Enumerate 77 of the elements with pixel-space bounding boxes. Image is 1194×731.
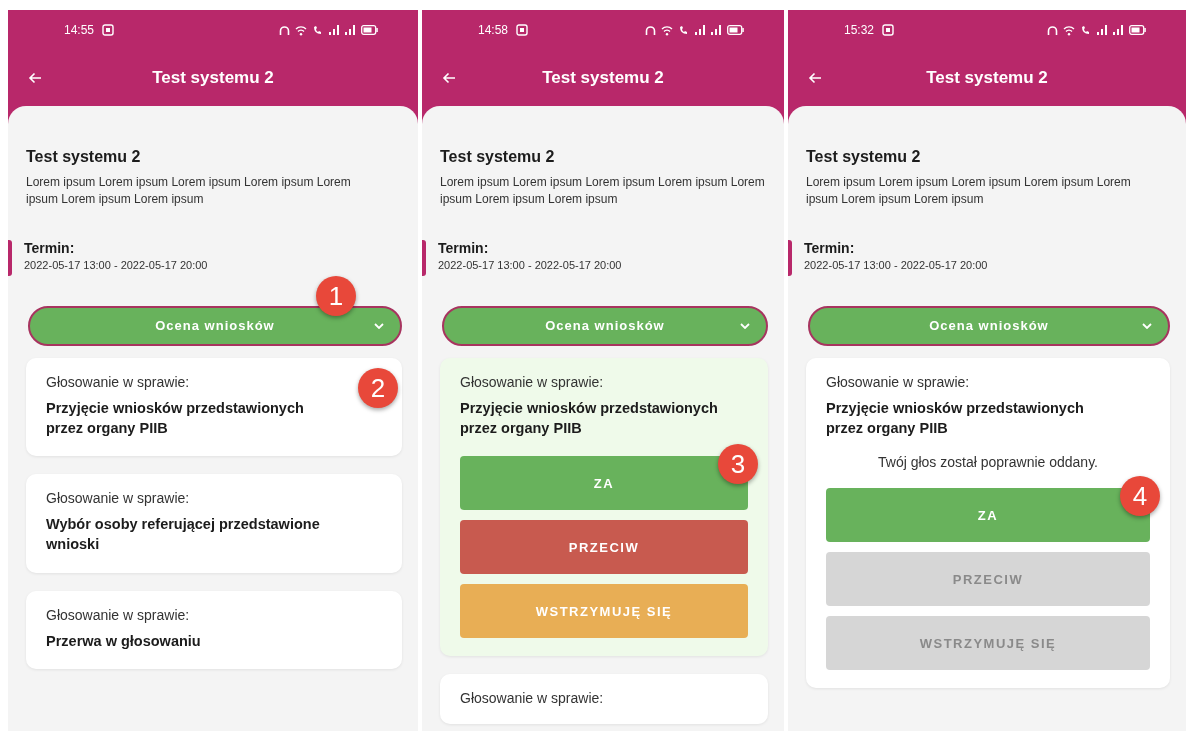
accent-bar <box>422 239 426 276</box>
vote-heading: Głosowanie w sprawie: <box>46 490 190 507</box>
category-dropdown[interactable]: Ocena wniosków <box>28 305 402 346</box>
vote-subject: Przyjęcie wniosków przedstawionych przez organy PIIB <box>46 398 305 438</box>
vote-subject: Wybór osoby referującej przedstawione wnioski <box>46 515 321 555</box>
dropdown-label: Ocena wniosków <box>929 318 1049 334</box>
call-icon <box>312 24 324 36</box>
vote-heading: Głosowanie w sprawie: <box>46 373 190 390</box>
chevron-down-icon <box>1142 322 1152 329</box>
signal-icon <box>1113 25 1124 35</box>
term-date-range: 2022-05-17 13:00 - 2022-05-17 20:00 <box>438 258 622 271</box>
wifi-icon <box>295 24 307 36</box>
status-time: 15:32 <box>844 23 875 37</box>
vote-heading: Głosowanie w sprawie: <box>826 373 970 390</box>
notification-icon <box>516 24 529 36</box>
vote-heading: Głosowanie w sprawie: <box>460 373 604 390</box>
event-description: Lorem ipsum Lorem ipsum Lorem ipsum Lorem ipsum Lorem ipsum Lorem ipsum Lorem ipsum <box>440 174 766 208</box>
event-description: Lorem ipsum Lorem ipsum Lorem ipsum Lorem ipsum Lorem ipsum Lorem ipsum Lorem ipsum <box>806 174 1132 208</box>
term-label: Termin: <box>24 239 76 256</box>
term-label: Termin: <box>438 239 490 256</box>
vote-option-button[interactable]: WSTRZYMUJĘ SIĘ <box>460 584 748 639</box>
screen-title: Test systemu 2 <box>151 68 275 88</box>
vote-confirmation: Twój głos został poprawnie oddany. <box>877 454 1099 471</box>
battery-icon <box>361 25 378 35</box>
vote-option-button[interactable]: PRZECIW <box>460 520 748 575</box>
vote-card[interactable]: Głosowanie w sprawie: Przyjęcie wniosków przedstawionych przez organy PIIB ZA 3 PRZECIW WSTRZYMUJĘ SIĘ <box>440 357 768 657</box>
chevron-down-icon <box>740 322 750 329</box>
headphones-icon <box>1047 24 1058 36</box>
step-number-badge: 4 <box>1120 476 1160 517</box>
call-icon <box>678 24 690 36</box>
vote-subject: Przyjęcie wniosków przedstawionych przez organy PIIB <box>460 398 719 438</box>
battery-icon <box>1129 25 1146 35</box>
screen-title: Test systemu 2 <box>541 68 665 88</box>
status-time: 14:55 <box>64 23 95 37</box>
notification-icon <box>882 24 895 36</box>
vote-card[interactable]: Głosowanie w sprawie: <box>440 674 768 725</box>
step-number-badge: 1 <box>316 275 356 316</box>
step-number-badge: 3 <box>718 444 758 485</box>
term-label: Termin: <box>804 239 856 256</box>
wifi-icon <box>1063 24 1075 36</box>
headphones-icon <box>645 24 656 36</box>
vote-heading: Głosowanie w sprawie: <box>46 606 190 623</box>
back-arrow-icon <box>442 72 456 84</box>
call-icon <box>1080 24 1092 36</box>
status-time: 14:58 <box>478 23 509 37</box>
vote-card[interactable]: Głosowanie w sprawie: Przerwa w głosowaniu <box>26 590 402 670</box>
vote-card[interactable]: Głosowanie w sprawie: Wybór osoby referującej przedstawione wnioski <box>26 474 402 573</box>
event-description: Lorem ipsum Lorem ipsum Lorem ipsum Lorem ipsum Lorem ipsum Lorem ipsum Lorem ipsum <box>26 174 352 208</box>
term-date-range: 2022-05-17 13:00 - 2022-05-17 20:00 <box>24 258 208 271</box>
vote-subject: Przyjęcie wniosków przedstawionych przez organy PIIB <box>826 398 1085 438</box>
wifi-icon <box>661 24 673 36</box>
dropdown-label: Ocena wniosków <box>545 318 665 334</box>
event-title: Test systemu 2 <box>806 148 922 166</box>
category-dropdown[interactable]: Ocena wniosków <box>442 305 768 346</box>
category-dropdown[interactable]: Ocena wniosków <box>808 305 1170 346</box>
back-arrow-icon <box>808 72 822 84</box>
signal-icon <box>1097 25 1108 35</box>
battery-icon <box>727 25 744 35</box>
screen-title: Test systemu 2 <box>925 68 1049 88</box>
step-number-badge: 2 <box>358 367 398 408</box>
accent-bar <box>788 239 792 276</box>
term-date-range: 2022-05-17 13:00 - 2022-05-17 20:00 <box>804 258 988 271</box>
back-arrow-icon <box>28 72 42 84</box>
dropdown-label: Ocena wniosków <box>155 318 275 334</box>
event-title: Test systemu 2 <box>26 148 142 166</box>
headphones-icon <box>279 24 290 36</box>
notification-icon <box>102 24 115 36</box>
accent-bar <box>8 239 12 276</box>
signal-icon <box>329 25 340 35</box>
signal-icon <box>695 25 706 35</box>
vote-heading: Głosowanie w sprawie: <box>460 690 604 707</box>
vote-subject: Przerwa w głosowaniu <box>46 631 202 651</box>
vote-card[interactable]: Głosowanie w sprawie: Przyjęcie wniosków przedstawionych przez organy PIIB 2 <box>26 357 402 457</box>
event-title: Test systemu 2 <box>440 148 556 166</box>
signal-icon <box>711 25 722 35</box>
chevron-down-icon <box>374 322 384 329</box>
signal-icon <box>345 25 356 35</box>
